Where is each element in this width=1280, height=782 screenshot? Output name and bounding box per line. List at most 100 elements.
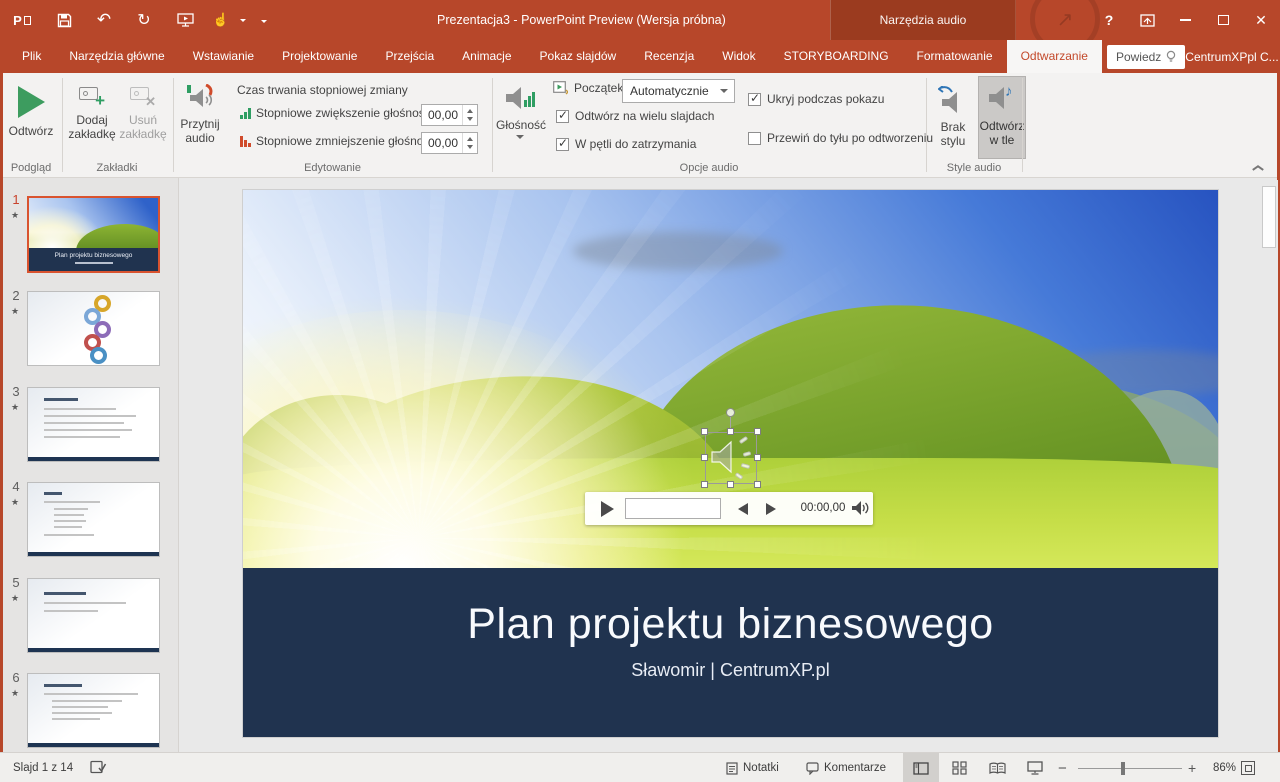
vertical-scrollbar[interactable] <box>1261 180 1278 752</box>
reading-view-button[interactable] <box>979 753 1015 782</box>
trim-audio-label: Przytnij audio <box>176 117 224 145</box>
zoom-in-button[interactable]: + <box>1188 753 1196 782</box>
tab-projektowanie[interactable]: Projektowanie <box>268 40 371 73</box>
customize-qat-button[interactable] <box>250 0 278 40</box>
audio-object-selected[interactable] <box>705 432 757 484</box>
comments-toggle[interactable]: Komentarze <box>806 753 886 782</box>
context-tab-group: Narzędzia audio <box>830 0 1016 40</box>
fade-out-bars-icon <box>240 136 251 147</box>
play-in-background-button[interactable]: ♪ Odtwórz w tle <box>978 76 1026 159</box>
thumbnail-slide-1[interactable]: Plan projektu biznesowego <box>27 196 160 273</box>
tab-narzedzia-glowne[interactable]: Narzędzia główne <box>55 40 178 73</box>
add-bookmark-button[interactable]: + Dodaj zakładkę <box>66 86 118 141</box>
close-button[interactable]: ✕ <box>1242 0 1280 40</box>
zoom-level[interactable]: 86% <box>1200 753 1236 782</box>
resize-handle-e[interactable] <box>754 454 761 461</box>
tab-przejscia[interactable]: Przejścia <box>371 40 448 73</box>
checkbox-hide-during-show[interactable] <box>748 93 761 106</box>
save-button[interactable] <box>44 0 84 40</box>
trim-audio-button[interactable]: Przytnij audio <box>176 84 224 145</box>
tab-widok[interactable]: Widok <box>708 40 769 73</box>
start-slideshow-button[interactable] <box>164 0 206 40</box>
resize-handle-nw[interactable] <box>701 428 708 435</box>
resize-handle-s[interactable] <box>727 481 734 488</box>
tab-storyboarding[interactable]: STORYBOARDING <box>770 40 903 73</box>
thumbnail-slide-4[interactable] <box>27 482 160 557</box>
checkbox-multi-slides[interactable] <box>556 110 569 123</box>
fade-out-spinner[interactable]: 00,00 <box>421 132 478 154</box>
scrollbar-thumb[interactable] <box>1262 186 1276 248</box>
thumbnail-slide-6[interactable] <box>27 673 160 748</box>
tab-animacje[interactable]: Animacje <box>448 40 525 73</box>
tab-plik[interactable]: Plik <box>8 40 55 73</box>
zoom-slider-thumb[interactable] <box>1121 762 1125 775</box>
resize-handle-ne[interactable] <box>754 428 761 435</box>
play-preview-button[interactable]: Odtwórz <box>3 86 59 138</box>
slide-title-band[interactable]: Plan projektu biznesowego Sławomir | Cen… <box>243 568 1218 737</box>
player-move-forward-button[interactable] <box>766 503 776 515</box>
slide-canvas[interactable]: 00:00,00 Plan projektu biznesowego Sławo… <box>243 190 1218 737</box>
start-dropdown[interactable]: Automatycznie <box>622 79 735 103</box>
player-volume-icon[interactable] <box>851 500 869 516</box>
fade-in-bars-icon <box>240 108 251 119</box>
slideshow-view-button[interactable] <box>1017 753 1053 782</box>
animation-star-icon: ★ <box>11 210 19 221</box>
resize-handle-w[interactable] <box>701 454 708 461</box>
fade-in-spinner[interactable]: 00,00 <box>421 104 478 126</box>
rotate-handle[interactable] <box>726 408 735 417</box>
player-progress-bar[interactable] <box>625 498 721 519</box>
tell-me-box[interactable]: Powiedz <box>1107 45 1185 69</box>
collapse-ribbon-chevron-icon[interactable] <box>1252 163 1262 169</box>
undo-button[interactable]: ↶ <box>84 0 124 40</box>
touch-mode-button[interactable]: ☝ <box>206 0 236 40</box>
powerpoint-logo-icon[interactable]: P <box>0 0 44 40</box>
thumbnail-slide-5[interactable] <box>27 578 160 653</box>
remove-bookmark-button[interactable]: ✕ Usuń zakładkę <box>118 86 168 141</box>
thumbnail-slide-3[interactable] <box>27 387 160 462</box>
tab-recenzja[interactable]: Recenzja <box>630 40 708 73</box>
no-style-speaker-icon <box>938 86 968 114</box>
account-name[interactable]: CentrumXPpl C... <box>1185 50 1278 64</box>
redo-button[interactable]: ↻ <box>124 0 164 40</box>
touch-mode-caret-icon[interactable] <box>236 0 250 40</box>
zoom-slider-track[interactable] <box>1078 768 1182 769</box>
player-move-back-button[interactable] <box>738 503 748 515</box>
checkbox-loop[interactable] <box>556 138 569 151</box>
minimize-button[interactable] <box>1166 0 1204 40</box>
display-check-icon[interactable] <box>90 753 107 782</box>
player-time: 00:00,00 <box>791 502 855 514</box>
slide-title: Plan projektu biznesowego <box>243 600 1218 649</box>
fade-out-value: 00,00 <box>428 136 458 150</box>
slide-sorter-button[interactable] <box>941 753 977 782</box>
tab-formatowanie[interactable]: Formatowanie <box>903 40 1007 73</box>
start-option-icon <box>553 81 568 95</box>
help-button[interactable]: ? <box>1090 0 1128 40</box>
start-dropdown-caret-icon <box>720 89 728 93</box>
normal-view-icon <box>913 762 929 775</box>
resize-handle-sw[interactable] <box>701 481 708 488</box>
maximize-button[interactable] <box>1204 0 1242 40</box>
zoom-out-button[interactable]: − <box>1058 753 1067 782</box>
thumbnail-1-image <box>29 198 158 250</box>
checkbox-row-hide: Ukryj podczas pokazu <box>748 92 884 106</box>
fade-in-spinner-arrows[interactable] <box>462 105 477 125</box>
volume-button[interactable]: Głośność <box>496 84 544 139</box>
player-play-button[interactable] <box>601 501 614 517</box>
normal-view-button[interactable] <box>903 753 939 782</box>
no-style-label: Brak stylu <box>930 120 976 148</box>
play-icon <box>18 86 45 118</box>
resize-handle-n[interactable] <box>727 428 734 435</box>
notes-label: Notatki <box>743 762 779 774</box>
ribbon-display-options-button[interactable] <box>1128 0 1166 40</box>
resize-handle-se[interactable] <box>754 481 761 488</box>
thumbnail-slide-2[interactable] <box>27 291 160 366</box>
fade-out-spinner-arrows[interactable] <box>462 133 477 153</box>
tab-wstawianie[interactable]: Wstawianie <box>179 40 268 73</box>
no-style-button[interactable]: Brak stylu <box>930 86 976 148</box>
fit-to-window-icon[interactable] <box>1241 761 1255 775</box>
notes-toggle[interactable]: Notatki <box>726 753 779 782</box>
tab-pokaz-slajdow[interactable]: Pokaz slajdów <box>526 40 631 73</box>
play-in-background-speaker-icon: ♪ <box>987 82 1017 112</box>
tab-odtwarzanie[interactable]: Odtwarzanie <box>1007 40 1102 73</box>
checkbox-rewind[interactable] <box>748 132 761 145</box>
